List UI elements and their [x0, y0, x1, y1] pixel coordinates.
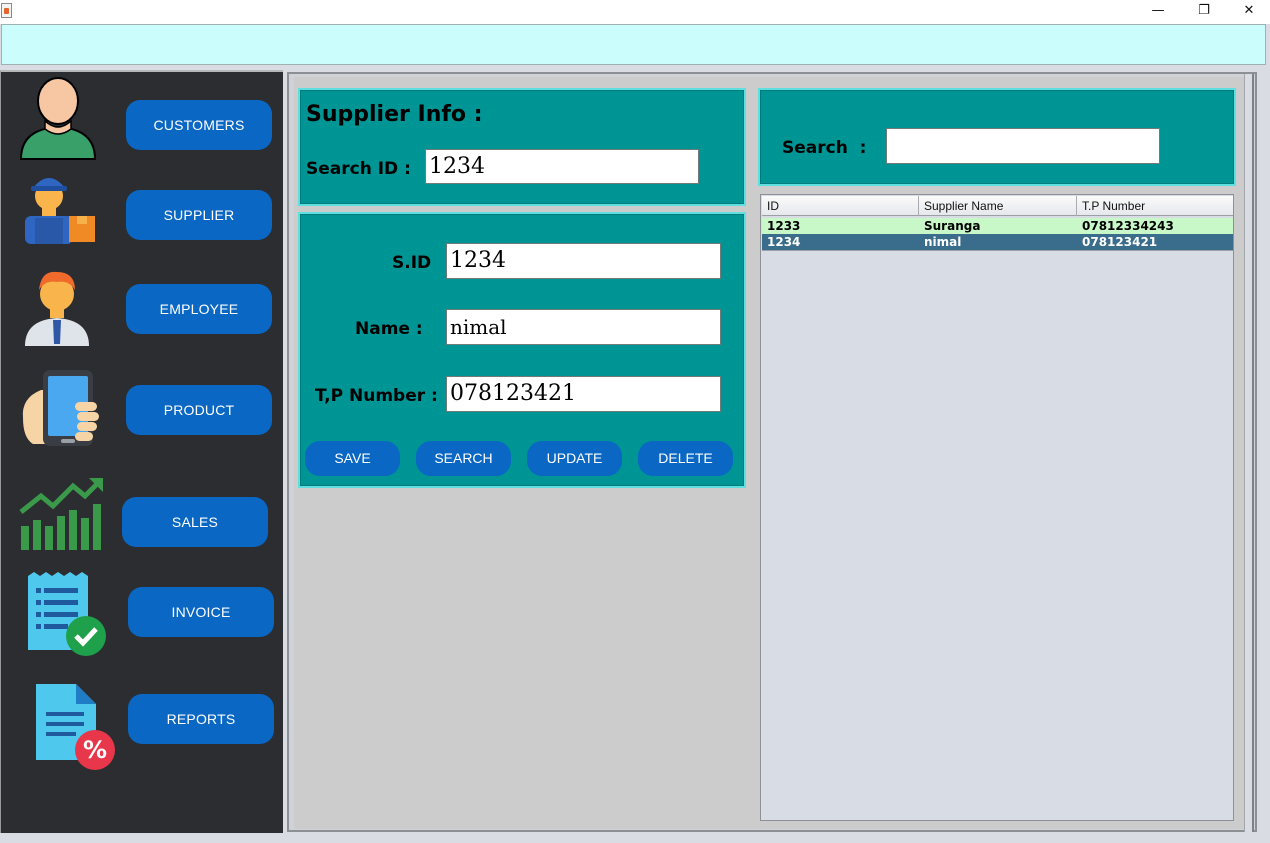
window-title-bar: — ❐ ✕ [0, 0, 1270, 24]
sidebar-item-sales[interactable]: SALES [122, 497, 268, 547]
sidebar-item-supplier[interactable]: SUPPLIER [126, 190, 272, 240]
cell-tp-number: 07812334243 [1082, 219, 1174, 233]
column-header-id[interactable]: ID [762, 196, 919, 216]
sidebar-item-invoice[interactable]: INVOICE [128, 587, 274, 637]
tp-number-label: T,P Number : [315, 386, 438, 406]
supplier-info-panel: Supplier Info : Search ID : 1234 [298, 88, 746, 206]
employee-avatar-icon [25, 271, 89, 346]
report-percent-icon: % [36, 684, 115, 770]
table-rows-divider [762, 250, 1233, 251]
name-label: Name : [355, 319, 423, 339]
cell-supplier-name: nimal [924, 235, 962, 249]
table-row-selected[interactable]: 1234 nimal 078123421 [762, 234, 1233, 250]
search-id-label: Search ID : [306, 159, 411, 179]
sidebar-item-customers[interactable]: CUSTOMERS [126, 100, 272, 150]
tp-number-field[interactable]: 078123421 [446, 376, 721, 412]
table-search-input[interactable] [886, 128, 1160, 164]
name-field[interactable]: nimal [446, 309, 721, 345]
cell-supplier-name: Suranga [924, 219, 981, 233]
sales-growth-chart-icon [19, 478, 103, 550]
cell-id: 1233 [767, 219, 801, 233]
column-header-supplier-name[interactable]: Supplier Name [919, 196, 1077, 216]
invoice-check-icon [28, 572, 106, 656]
table-search-label: Search : [782, 138, 867, 158]
svg-text:%: % [83, 736, 107, 764]
page-title: Supplier Info : [306, 102, 483, 127]
supplier-form-panel: S.ID 1234 Name : nimal T,P Number : 0781… [298, 212, 746, 488]
save-button[interactable]: SAVE [305, 441, 400, 476]
sidebar-item-product[interactable]: PRODUCT [126, 385, 272, 435]
maximize-button[interactable]: ❐ [1181, 0, 1227, 24]
table-search-panel: Search : [758, 88, 1236, 186]
delivery-worker-icon [25, 178, 95, 244]
sidebar: CUSTOMERS SUPPLIER EMPLOYEE PRODUCT SALE… [0, 70, 283, 833]
right-edge-border [1244, 74, 1254, 832]
sid-field[interactable]: 1234 [446, 243, 721, 279]
minimize-button[interactable]: — [1135, 0, 1181, 24]
mobile-phone-icon [22, 370, 99, 446]
table-row[interactable]: 1233 Suranga 07812334243 [762, 218, 1233, 234]
delete-button[interactable]: DELETE [638, 441, 733, 476]
supplier-table: ID Supplier Name T.P Number 1233 Suranga… [760, 194, 1234, 821]
header-banner [1, 24, 1266, 65]
sidebar-item-employee[interactable]: EMPLOYEE [126, 284, 272, 334]
cell-id: 1234 [767, 235, 801, 249]
java-app-icon [1, 3, 12, 18]
column-header-tp-number[interactable]: T.P Number [1077, 196, 1233, 216]
sidebar-item-reports[interactable]: REPORTS [128, 694, 274, 744]
cell-tp-number: 078123421 [1082, 235, 1158, 249]
search-button[interactable]: SEARCH [416, 441, 511, 476]
table-header: ID Supplier Name T.P Number [762, 196, 1233, 216]
close-button[interactable]: ✕ [1226, 0, 1270, 24]
customer-avatar-icon [19, 77, 97, 160]
update-button[interactable]: UPDATE [527, 441, 622, 476]
sid-label: S.ID [392, 253, 432, 273]
search-id-field[interactable]: 1234 [425, 149, 699, 184]
